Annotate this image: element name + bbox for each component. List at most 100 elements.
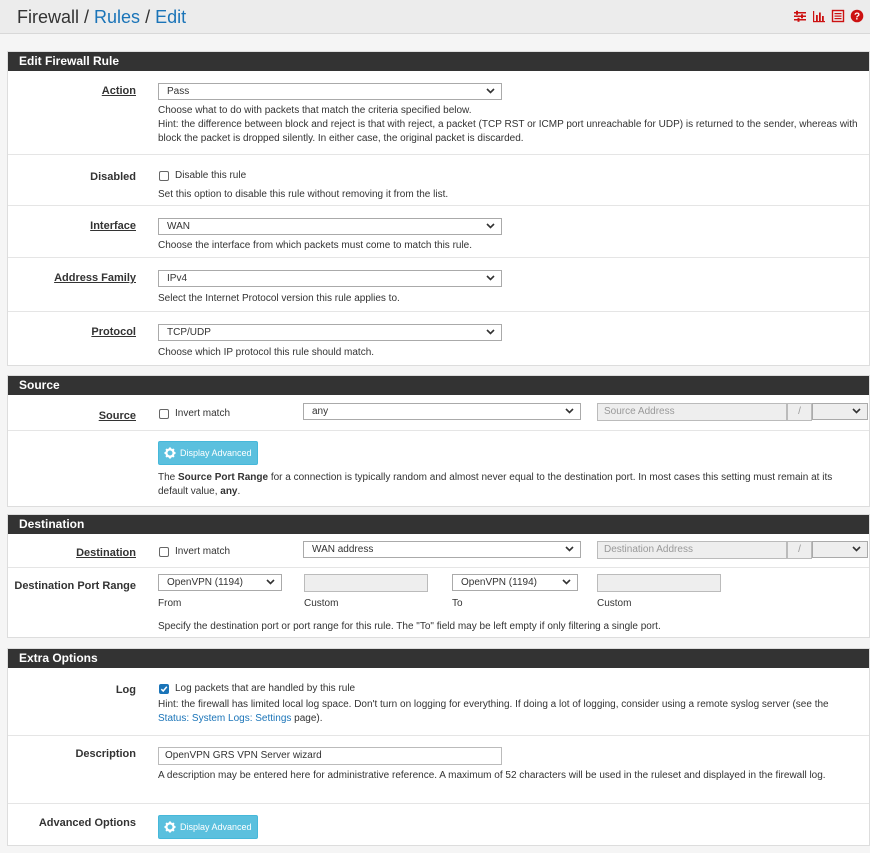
source-invert-label: Invert match	[175, 408, 231, 419]
destination-port-help: Specify the destination port or port ran…	[158, 621, 661, 632]
action-select[interactable]: Pass	[158, 83, 502, 100]
source-invert-checkbox[interactable]	[159, 409, 169, 419]
protocol-row: Protocol TCP/UDP Choose which IP protoco…	[8, 312, 869, 366]
disabled-help: Set this option to disable this rule wit…	[158, 189, 449, 200]
breadcrumb-firewall: Firewall	[17, 7, 80, 27]
chevron-down-icon	[486, 223, 495, 229]
breadcrumb-edit-link[interactable]: Edit	[155, 7, 186, 27]
description-value: OpenVPN GRS VPN Server wizard	[165, 750, 322, 761]
breadcrumb-separator: /	[140, 7, 156, 27]
destination-label: Destination	[76, 547, 136, 559]
destination-port-to-select[interactable]: OpenVPN (1194)	[452, 574, 578, 591]
breadcrumb: Firewall / Rules / Edit	[17, 7, 186, 28]
custom-label: Custom	[304, 598, 339, 609]
protocol-label: Protocol	[91, 326, 136, 338]
source-mask-separator: /	[787, 403, 812, 421]
destination-invert-checkbox[interactable]	[159, 547, 169, 557]
action-help-hint: Hint: the difference between block and r…	[158, 119, 858, 144]
interface-select[interactable]: WAN	[158, 218, 502, 235]
address-family-select[interactable]: IPv4	[158, 270, 502, 287]
action-label: Action	[101, 85, 136, 97]
log-label: Log	[115, 684, 136, 696]
description-input[interactable]: OpenVPN GRS VPN Server wizard	[158, 747, 502, 765]
description-label: Description	[75, 748, 136, 760]
help-text: The	[158, 472, 179, 483]
to-label: To	[452, 598, 463, 609]
source-row: Source Invert match any Source Address /	[8, 395, 869, 431]
destination-panel: Destination Destination Invert match WAN…	[7, 514, 870, 638]
help-icon[interactable]: ?	[850, 9, 864, 23]
disable-rule-checkbox-label: Disable this rule	[175, 170, 247, 181]
gear-icon	[164, 821, 176, 833]
log-checkbox-label: Log packets that are handled by this rul…	[175, 683, 356, 694]
destination-port-from-custom-input[interactable]	[304, 574, 428, 592]
action-help-line: Choose what to do with packets that matc…	[158, 105, 472, 116]
description-help: A description may be entered here for ad…	[158, 770, 826, 781]
destination-type-value: WAN address	[312, 544, 374, 555]
help-text: .	[237, 486, 241, 497]
log-checkbox[interactable]	[159, 684, 169, 694]
breadcrumb-separator: /	[79, 7, 95, 27]
destination-port-to-custom-input[interactable]	[597, 574, 721, 592]
protocol-help: Choose which IP protocol this rule shoul…	[158, 347, 375, 358]
extra-options-panel: Extra Options Log Log packets that are h…	[7, 648, 870, 846]
protocol-select[interactable]: TCP/UDP	[158, 324, 502, 341]
destination-mask-separator: /	[787, 541, 812, 559]
chevron-down-icon	[852, 546, 861, 552]
source-panel: Source Source Invert match any Source Ad…	[7, 375, 870, 507]
chevron-down-icon	[565, 408, 574, 414]
destination-port-range-label: Destination Port Range	[14, 580, 136, 592]
source-address-placeholder: Source Address	[604, 406, 675, 417]
help-bold: Source Port Range	[178, 472, 269, 483]
panel-title: Destination	[8, 515, 869, 534]
source-mask-select[interactable]	[812, 403, 868, 420]
port-to-value: OpenVPN (1194)	[461, 577, 537, 588]
advanced-options-row: Advanced Options Display Advanced	[8, 804, 869, 846]
port-from-value: OpenVPN (1194)	[167, 577, 243, 588]
chevron-down-icon	[486, 329, 495, 335]
checkmark-icon	[160, 686, 168, 693]
log-row: Log Log packets that are handled by this…	[8, 668, 869, 736]
destination-port-from-select[interactable]: OpenVPN (1194)	[158, 574, 282, 591]
chevron-down-icon	[486, 275, 495, 281]
action-row: Action Pass Choose what to do with packe…	[8, 71, 869, 155]
address-family-label: Address Family	[54, 272, 136, 284]
list-icon[interactable]	[831, 9, 845, 23]
help-text: Hint: the firewall has limited local log…	[158, 699, 829, 710]
breadcrumb-rules-link[interactable]: Rules	[94, 7, 140, 27]
log-help: Hint: the firewall has limited local log…	[158, 698, 861, 726]
chevron-down-icon	[266, 579, 275, 585]
svg-text:?: ?	[854, 12, 860, 23]
source-address-input[interactable]: Source Address	[597, 403, 787, 421]
disabled-label: Disabled	[90, 171, 136, 183]
edit-rule-panel: Edit Firewall Rule Action Pass Choose wh…	[7, 51, 870, 366]
chevron-down-icon	[565, 546, 574, 552]
address-family-help: Select the Internet Protocol version thi…	[158, 293, 400, 304]
action-select-value: Pass	[167, 86, 190, 97]
system-logs-settings-link[interactable]: Status: System Logs: Settings	[158, 713, 291, 724]
help-bold: any	[220, 486, 238, 497]
destination-mask-select[interactable]	[812, 541, 868, 558]
destination-invert-label: Invert match	[175, 546, 231, 557]
destination-type-select[interactable]: WAN address	[303, 541, 581, 558]
interface-row: Interface WAN Choose the interface from …	[8, 206, 869, 258]
destination-row: Destination Invert match WAN address Des…	[8, 534, 869, 568]
display-advanced-label: Display Advanced	[180, 448, 252, 458]
source-display-advanced-button[interactable]: Display Advanced	[158, 441, 258, 465]
destination-address-input[interactable]: Destination Address	[597, 541, 787, 559]
disable-rule-checkbox[interactable]	[159, 171, 169, 181]
chevron-down-icon	[486, 88, 495, 94]
bar-chart-icon[interactable]	[812, 9, 826, 23]
advanced-options-display-button[interactable]: Display Advanced	[158, 815, 258, 839]
source-label: Source	[98, 410, 136, 422]
from-label: From	[158, 598, 182, 609]
sliders-icon[interactable]	[793, 9, 807, 23]
top-bar: Firewall / Rules / Edit ?	[0, 0, 870, 34]
gear-icon	[164, 447, 176, 459]
interface-label: Interface	[90, 220, 136, 232]
source-type-select[interactable]: any	[303, 403, 581, 420]
display-advanced-label: Display Advanced	[180, 822, 252, 832]
advanced-options-label: Advanced Options	[38, 817, 136, 829]
protocol-select-value: TCP/UDP	[167, 327, 211, 338]
source-port-help: The Source Port Range for a connection i…	[158, 471, 861, 499]
